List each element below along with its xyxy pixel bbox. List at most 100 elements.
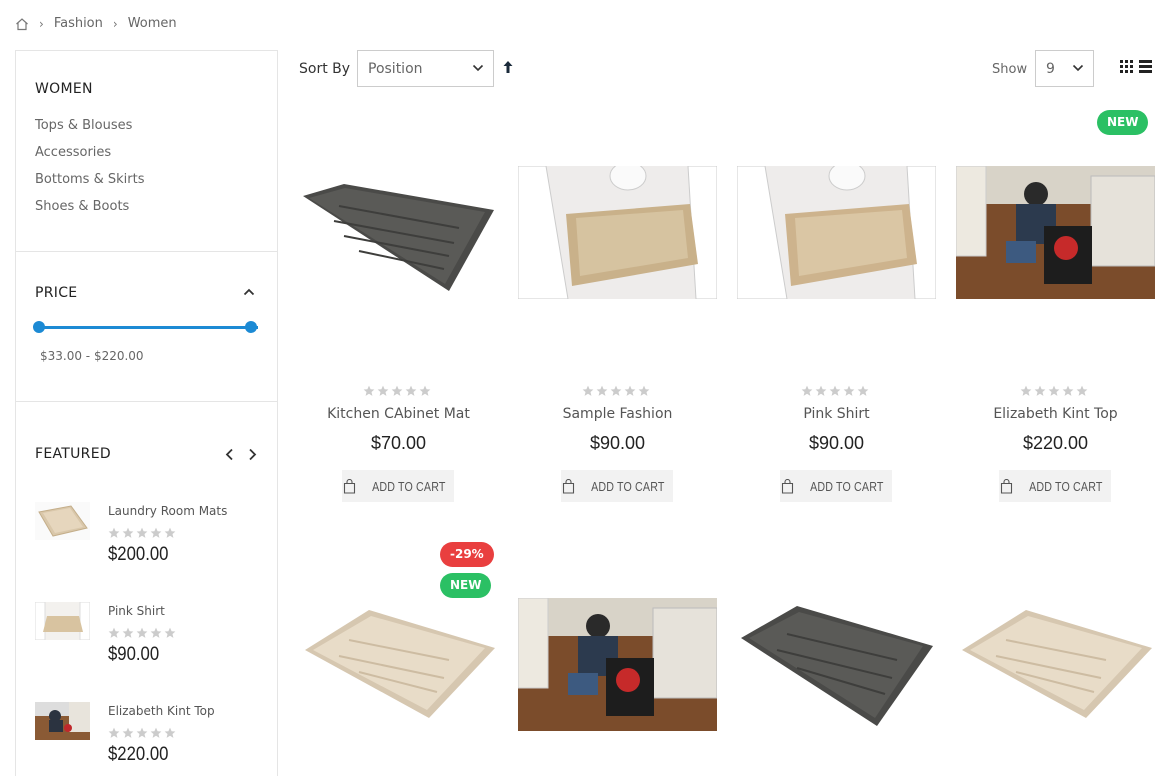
add-to-cart-button[interactable]: ADD TO CART — [999, 470, 1111, 502]
star-icon — [405, 385, 417, 396]
star-icon — [150, 527, 162, 538]
chevron-down-icon — [1072, 64, 1084, 72]
star-icon — [1020, 385, 1032, 396]
product-price: $220.00 — [1022, 433, 1089, 453]
category-title: WOMEN — [35, 81, 93, 97]
sort-select[interactable]: Position — [357, 50, 494, 87]
chevron-left-icon[interactable] — [225, 448, 234, 461]
limiter-select-value: 9 — [1046, 61, 1055, 77]
star-icon — [108, 727, 120, 738]
add-to-cart-button[interactable]: ADD TO CART — [561, 470, 673, 502]
featured-item-name[interactable]: Elizabeth Kint Top — [108, 704, 215, 718]
sort-direction-arrow-icon[interactable] — [503, 60, 513, 74]
featured-item-name[interactable]: Pink Shirt — [108, 604, 176, 618]
product-image[interactable] — [956, 166, 1155, 299]
featured-section: FEATURED Laundry Room Mats $200.00 Pink … — [16, 402, 277, 776]
product-image[interactable] — [299, 598, 498, 731]
price-slider[interactable] — [33, 321, 258, 333]
sidebar: WOMEN Tops & Blouses Accessories Bottoms… — [15, 50, 278, 776]
star-icon — [122, 527, 134, 538]
star-icon — [857, 385, 869, 396]
category-section: WOMEN Tops & Blouses Accessories Bottoms… — [16, 51, 277, 252]
new-badge: NEW — [1097, 110, 1149, 135]
featured-item-price: $220.00 — [108, 744, 169, 765]
product-image[interactable] — [956, 598, 1155, 731]
chevron-right-icon[interactable] — [248, 448, 257, 461]
product-thumbnail[interactable] — [35, 602, 90, 640]
product-image[interactable] — [737, 166, 936, 299]
star-icon — [377, 385, 389, 396]
shopping-bag-icon — [1000, 478, 1012, 494]
star-icon — [164, 527, 176, 538]
star-icon — [136, 527, 148, 538]
breadcrumb-women: Women — [127, 16, 177, 31]
shopping-bag-icon — [562, 478, 574, 494]
chevron-right-icon: › — [112, 16, 118, 31]
add-to-cart-label: ADD TO CART — [809, 478, 884, 494]
price-slider-track — [39, 326, 258, 329]
list-view-icon[interactable] — [1139, 60, 1152, 73]
star-icon — [815, 385, 827, 396]
star-icon — [1076, 385, 1088, 396]
category-link-bottoms[interactable]: Bottoms & Skirts — [35, 166, 258, 193]
featured-nav — [225, 448, 257, 461]
star-icon — [596, 385, 608, 396]
sale-badge: -29% — [440, 542, 494, 567]
star-icon — [624, 385, 636, 396]
rating-stars — [801, 385, 869, 397]
product-image[interactable] — [737, 598, 936, 731]
star-icon — [150, 727, 162, 738]
rating-stars — [108, 527, 227, 539]
star-icon — [638, 385, 650, 396]
limiter-select[interactable]: 9 — [1035, 50, 1094, 87]
star-icon — [136, 627, 148, 638]
price-slider-max-handle[interactable] — [245, 321, 257, 333]
star-icon — [150, 627, 162, 638]
price-section: PRICE $33.00 - $220.00 — [16, 252, 277, 402]
chevron-up-icon[interactable] — [243, 288, 255, 296]
star-icon — [843, 385, 855, 396]
star-icon — [1048, 385, 1060, 396]
rating-stars — [1020, 385, 1088, 397]
shopping-bag-icon — [781, 478, 793, 494]
category-list: Tops & Blouses Accessories Bottoms & Ski… — [35, 112, 258, 220]
product-image[interactable] — [299, 166, 498, 299]
product-name[interactable]: Sample Fashion — [518, 406, 717, 422]
star-icon — [1034, 385, 1046, 396]
product-price: $70.00 — [370, 433, 427, 453]
category-link-tops[interactable]: Tops & Blouses — [35, 112, 258, 139]
grid-view-icon[interactable] — [1120, 60, 1133, 73]
price-range-text: $33.00 - $220.00 — [40, 349, 144, 363]
chevron-down-icon — [472, 64, 484, 72]
star-icon — [419, 385, 431, 396]
product-image[interactable] — [518, 166, 717, 299]
product-thumbnail[interactable] — [35, 702, 90, 740]
product-name[interactable]: Elizabeth Kint Top — [956, 406, 1155, 422]
category-link-accessories[interactable]: Accessories — [35, 139, 258, 166]
rating-stars — [108, 627, 176, 639]
product-image[interactable] — [518, 598, 717, 731]
featured-item-price: $90.00 — [108, 644, 160, 665]
chevron-right-icon: › — [39, 16, 44, 31]
featured-item-name[interactable]: Laundry Room Mats — [108, 504, 227, 518]
featured-item[interactable]: Laundry Room Mats $200.00 — [35, 484, 258, 584]
featured-item-price: $200.00 — [108, 544, 169, 565]
product-price: $90.00 — [589, 433, 646, 453]
star-icon — [363, 385, 375, 396]
product-name[interactable]: Kitchen CAbinet Mat — [299, 406, 498, 422]
product-thumbnail[interactable] — [35, 502, 90, 540]
breadcrumb-fashion[interactable]: Fashion — [54, 16, 103, 31]
shopping-bag-icon — [343, 478, 355, 494]
featured-item[interactable]: Pink Shirt $90.00 — [35, 584, 258, 684]
category-link-shoes[interactable]: Shoes & Boots — [35, 193, 258, 220]
star-icon — [1062, 385, 1074, 396]
add-to-cart-button[interactable]: ADD TO CART — [780, 470, 892, 502]
product-name[interactable]: Pink Shirt — [737, 406, 936, 422]
rating-stars — [108, 727, 215, 739]
featured-item[interactable]: Elizabeth Kint Top $220.00 — [35, 684, 258, 776]
home-icon[interactable] — [15, 17, 29, 31]
breadcrumb: › Fashion › Women — [15, 16, 177, 31]
add-to-cart-button[interactable]: ADD TO CART — [342, 470, 454, 502]
price-slider-min-handle[interactable] — [33, 321, 45, 333]
sort-label: Sort By — [299, 61, 351, 77]
